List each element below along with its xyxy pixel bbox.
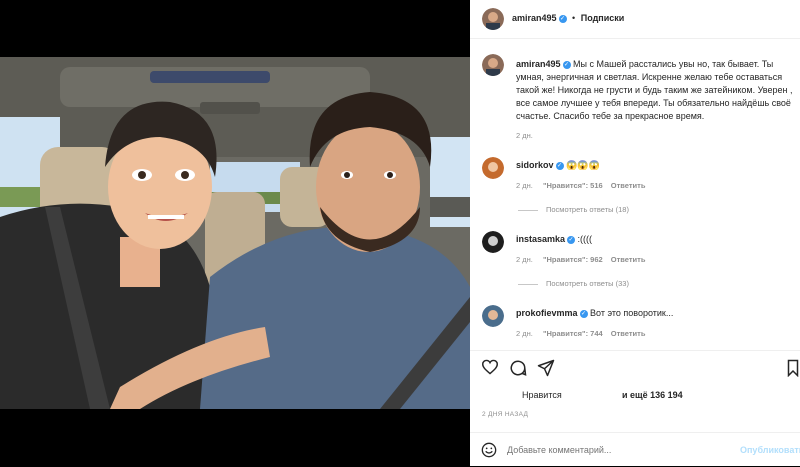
caption-username[interactable]: amiran495 — [516, 59, 561, 69]
likes-count[interactable]: и ещё 136 194 — [622, 390, 683, 400]
comment-time: 2 дн. — [516, 181, 533, 190]
commenter-username[interactable]: sidorkov — [516, 160, 554, 170]
commenter-avatar[interactable] — [482, 231, 504, 253]
add-comment-bar: Опубликовать — [470, 432, 800, 467]
replies-divider — [518, 209, 538, 211]
following-button[interactable]: Подписки — [581, 13, 625, 23]
author-username[interactable]: amiran495 — [512, 13, 557, 23]
comment-text: Вот это поворотик... — [590, 308, 674, 318]
post-media-pane — [0, 0, 470, 466]
bookmark-icon[interactable] — [786, 359, 800, 382]
verified-icon: ✓ — [567, 235, 576, 244]
reply-button[interactable]: Ответить — [611, 181, 646, 190]
separator-dot: • — [572, 13, 576, 23]
liked-by-label: Нравится — [522, 390, 562, 400]
verified-icon: ✓ — [555, 161, 564, 170]
comment-input[interactable] — [507, 442, 727, 458]
publish-button[interactable]: Опубликовать — [740, 445, 800, 455]
caption-time: 2 дн. — [516, 131, 533, 140]
commenter-username[interactable]: instasamka — [516, 234, 565, 244]
post-photo[interactable] — [0, 57, 470, 409]
comment-time: 2 дн. — [516, 255, 533, 264]
post-timestamp[interactable]: 2 ДНЯ НАЗАД — [482, 411, 528, 418]
post-sidebar: amiran495 ✓ • Подписки amiran495 ✓ Мы с Ма… — [470, 0, 800, 466]
comment-text: :(((( — [577, 234, 593, 244]
reply-button[interactable]: Ответить — [611, 329, 646, 338]
comment-likes[interactable]: "Нравится": 744 — [543, 329, 603, 338]
share-icon[interactable] — [537, 359, 555, 382]
action-bar — [470, 350, 800, 379]
verified-icon: ✓ — [558, 14, 567, 23]
comment-icon[interactable] — [509, 359, 527, 382]
comment-likes[interactable]: "Нравится": 962 — [543, 255, 603, 264]
reply-button[interactable]: Ответить — [611, 255, 646, 264]
verified-icon: ✓ — [562, 60, 571, 69]
heart-icon[interactable] — [481, 359, 499, 380]
commenter-avatar[interactable] — [482, 305, 504, 327]
commenter-username[interactable]: prokofievmma — [516, 308, 578, 318]
view-replies-button[interactable]: Посмотреть ответы (33) — [518, 279, 629, 288]
author-avatar[interactable] — [482, 8, 504, 30]
caption-avatar[interactable] — [482, 54, 504, 76]
view-replies-button[interactable]: Посмотреть ответы (18) — [518, 205, 629, 214]
view-replies-label: Посмотреть ответы (33) — [546, 279, 629, 288]
comment-likes[interactable]: "Нравится": 516 — [543, 181, 603, 190]
replies-divider — [518, 283, 538, 285]
verified-icon: ✓ — [579, 309, 588, 318]
comment-text: 😱😱😱 — [566, 160, 600, 170]
car-selfie-image — [0, 57, 470, 409]
smiley-icon[interactable] — [481, 442, 497, 463]
post-header: amiran495 ✓ • Подписки — [470, 0, 800, 39]
commenter-avatar[interactable] — [482, 157, 504, 179]
view-replies-label: Посмотреть ответы (18) — [546, 205, 629, 214]
comment-time: 2 дн. — [516, 329, 533, 338]
